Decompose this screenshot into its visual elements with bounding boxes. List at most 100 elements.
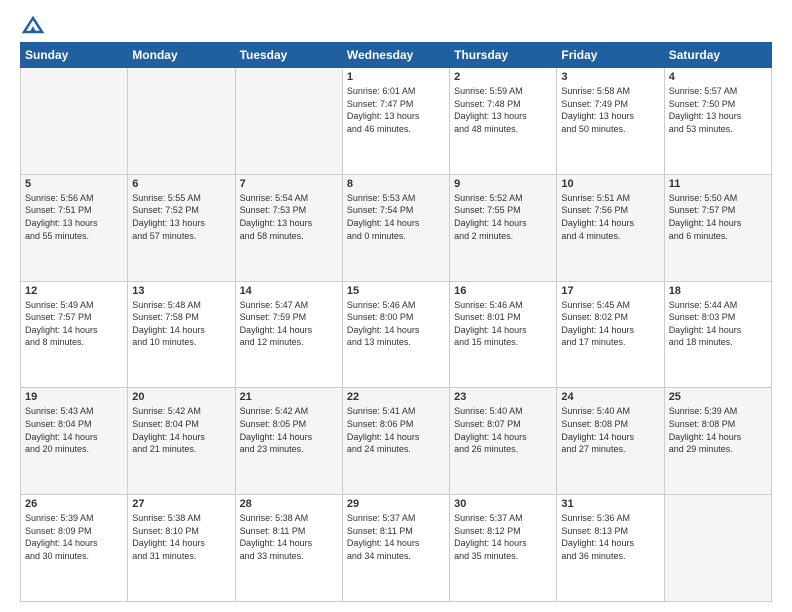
day-number: 23 [454,391,552,403]
calendar-day-26: 26 Sunrise: 5:39 AM Sunset: 8:09 PM Dayli… [21,495,128,602]
day-detail: Sunrise: 5:46 AM Sunset: 8:00 PM Dayligh… [347,299,445,349]
calendar-week-2: 5 Sunrise: 5:56 AM Sunset: 7:51 PM Daylig… [21,174,772,281]
day-number: 16 [454,285,552,297]
day-detail: Sunrise: 5:54 AM Sunset: 7:53 PM Dayligh… [240,192,338,242]
day-detail: Sunrise: 5:39 AM Sunset: 8:08 PM Dayligh… [669,405,767,455]
day-detail: Sunrise: 5:56 AM Sunset: 7:51 PM Dayligh… [25,192,123,242]
day-detail: Sunrise: 5:50 AM Sunset: 7:57 PM Dayligh… [669,192,767,242]
calendar-day-3: 3 Sunrise: 5:58 AM Sunset: 7:49 PM Daylig… [557,68,664,175]
calendar-header-row: SundayMondayTuesdayWednesdayThursdayFrid… [21,43,772,68]
day-detail: Sunrise: 5:49 AM Sunset: 7:57 PM Dayligh… [25,299,123,349]
day-detail: Sunrise: 6:01 AM Sunset: 7:47 PM Dayligh… [347,85,445,135]
day-detail: Sunrise: 5:45 AM Sunset: 8:02 PM Dayligh… [561,299,659,349]
day-detail: Sunrise: 5:59 AM Sunset: 7:48 PM Dayligh… [454,85,552,135]
day-number: 8 [347,178,445,190]
calendar-day-empty [21,68,128,175]
day-number: 17 [561,285,659,297]
calendar-day-empty [664,495,771,602]
day-number: 24 [561,391,659,403]
calendar-day-6: 6 Sunrise: 5:55 AM Sunset: 7:52 PM Daylig… [128,174,235,281]
day-detail: Sunrise: 5:39 AM Sunset: 8:09 PM Dayligh… [25,512,123,562]
day-number: 12 [25,285,123,297]
calendar-day-19: 19 Sunrise: 5:43 AM Sunset: 8:04 PM Dayli… [21,388,128,495]
calendar-day-5: 5 Sunrise: 5:56 AM Sunset: 7:51 PM Daylig… [21,174,128,281]
day-detail: Sunrise: 5:36 AM Sunset: 8:13 PM Dayligh… [561,512,659,562]
day-detail: Sunrise: 5:51 AM Sunset: 7:56 PM Dayligh… [561,192,659,242]
calendar-header-tuesday: Tuesday [235,43,342,68]
day-detail: Sunrise: 5:44 AM Sunset: 8:03 PM Dayligh… [669,299,767,349]
day-number: 3 [561,71,659,83]
calendar-day-8: 8 Sunrise: 5:53 AM Sunset: 7:54 PM Daylig… [342,174,449,281]
calendar-day-24: 24Sunrise: 5:40 AM Sunset: 8:08 PM Dayli… [557,388,664,495]
day-number: 22 [347,391,445,403]
day-detail: Sunrise: 5:46 AM Sunset: 8:01 PM Dayligh… [454,299,552,349]
calendar-week-4: 19 Sunrise: 5:43 AM Sunset: 8:04 PM Dayli… [21,388,772,495]
calendar-header-saturday: Saturday [664,43,771,68]
calendar-header-wednesday: Wednesday [342,43,449,68]
day-number: 31 [561,498,659,510]
day-number: 5 [25,178,123,190]
day-number: 15 [347,285,445,297]
calendar-day-empty [128,68,235,175]
calendar-day-7: 7 Sunrise: 5:54 AM Sunset: 7:53 PM Daylig… [235,174,342,281]
top-bar [20,16,772,34]
calendar-week-1: 1Sunrise: 6:01 AM Sunset: 7:47 PM Daylig… [21,68,772,175]
day-detail: Sunrise: 5:53 AM Sunset: 7:54 PM Dayligh… [347,192,445,242]
day-number: 9 [454,178,552,190]
calendar-day-18: 18Sunrise: 5:44 AM Sunset: 8:03 PM Dayli… [664,281,771,388]
calendar-day-empty [235,68,342,175]
day-number: 6 [132,178,230,190]
calendar-day-27: 27 Sunrise: 5:38 AM Sunset: 8:10 PM Dayli… [128,495,235,602]
day-detail: Sunrise: 5:48 AM Sunset: 7:58 PM Dayligh… [132,299,230,349]
calendar-table: SundayMondayTuesdayWednesdayThursdayFrid… [20,42,772,602]
calendar-header-thursday: Thursday [450,43,557,68]
calendar-day-21: 21 Sunrise: 5:42 AM Sunset: 8:05 PM Dayli… [235,388,342,495]
day-number: 19 [25,391,123,403]
calendar-day-9: 9Sunrise: 5:52 AM Sunset: 7:55 PM Daylig… [450,174,557,281]
calendar-day-31: 31 Sunrise: 5:36 AM Sunset: 8:13 PM Dayli… [557,495,664,602]
day-detail: Sunrise: 5:58 AM Sunset: 7:49 PM Dayligh… [561,85,659,135]
calendar-day-22: 22 Sunrise: 5:41 AM Sunset: 8:06 PM Dayli… [342,388,449,495]
day-number: 27 [132,498,230,510]
calendar-day-14: 14Sunrise: 5:47 AM Sunset: 7:59 PM Dayli… [235,281,342,388]
page: SundayMondayTuesdayWednesdayThursdayFrid… [0,0,792,612]
calendar-header-monday: Monday [128,43,235,68]
day-detail: Sunrise: 5:47 AM Sunset: 7:59 PM Dayligh… [240,299,338,349]
day-number: 7 [240,178,338,190]
day-detail: Sunrise: 5:42 AM Sunset: 8:04 PM Dayligh… [132,405,230,455]
day-number: 25 [669,391,767,403]
day-detail: Sunrise: 5:43 AM Sunset: 8:04 PM Dayligh… [25,405,123,455]
day-detail: Sunrise: 5:42 AM Sunset: 8:05 PM Dayligh… [240,405,338,455]
calendar-day-11: 11 Sunrise: 5:50 AM Sunset: 7:57 PM Dayli… [664,174,771,281]
day-detail: Sunrise: 5:55 AM Sunset: 7:52 PM Dayligh… [132,192,230,242]
logo [20,16,44,34]
calendar-day-10: 10 Sunrise: 5:51 AM Sunset: 7:56 PM Dayli… [557,174,664,281]
day-number: 28 [240,498,338,510]
day-number: 26 [25,498,123,510]
day-detail: Sunrise: 5:41 AM Sunset: 8:06 PM Dayligh… [347,405,445,455]
day-number: 21 [240,391,338,403]
logo-icon [22,16,44,34]
calendar-day-29: 29Sunrise: 5:37 AM Sunset: 8:11 PM Dayli… [342,495,449,602]
calendar-week-3: 12 Sunrise: 5:49 AM Sunset: 7:57 PM Dayli… [21,281,772,388]
day-detail: Sunrise: 5:37 AM Sunset: 8:12 PM Dayligh… [454,512,552,562]
day-detail: Sunrise: 5:38 AM Sunset: 8:10 PM Dayligh… [132,512,230,562]
calendar-day-1: 1Sunrise: 6:01 AM Sunset: 7:47 PM Daylig… [342,68,449,175]
calendar-day-13: 13 Sunrise: 5:48 AM Sunset: 7:58 PM Dayli… [128,281,235,388]
calendar-day-28: 28Sunrise: 5:38 AM Sunset: 8:11 PM Dayli… [235,495,342,602]
day-number: 11 [669,178,767,190]
calendar-day-30: 30 Sunrise: 5:37 AM Sunset: 8:12 PM Dayli… [450,495,557,602]
calendar-week-5: 26 Sunrise: 5:39 AM Sunset: 8:09 PM Dayli… [21,495,772,602]
day-detail: Sunrise: 5:40 AM Sunset: 8:07 PM Dayligh… [454,405,552,455]
calendar-day-20: 20Sunrise: 5:42 AM Sunset: 8:04 PM Dayli… [128,388,235,495]
day-number: 30 [454,498,552,510]
day-number: 13 [132,285,230,297]
day-detail: Sunrise: 5:57 AM Sunset: 7:50 PM Dayligh… [669,85,767,135]
calendar-header-sunday: Sunday [21,43,128,68]
day-number: 29 [347,498,445,510]
calendar-day-2: 2Sunrise: 5:59 AM Sunset: 7:48 PM Daylig… [450,68,557,175]
day-number: 10 [561,178,659,190]
calendar-day-23: 23 Sunrise: 5:40 AM Sunset: 8:07 PM Dayli… [450,388,557,495]
day-number: 4 [669,71,767,83]
calendar-day-12: 12 Sunrise: 5:49 AM Sunset: 7:57 PM Dayli… [21,281,128,388]
